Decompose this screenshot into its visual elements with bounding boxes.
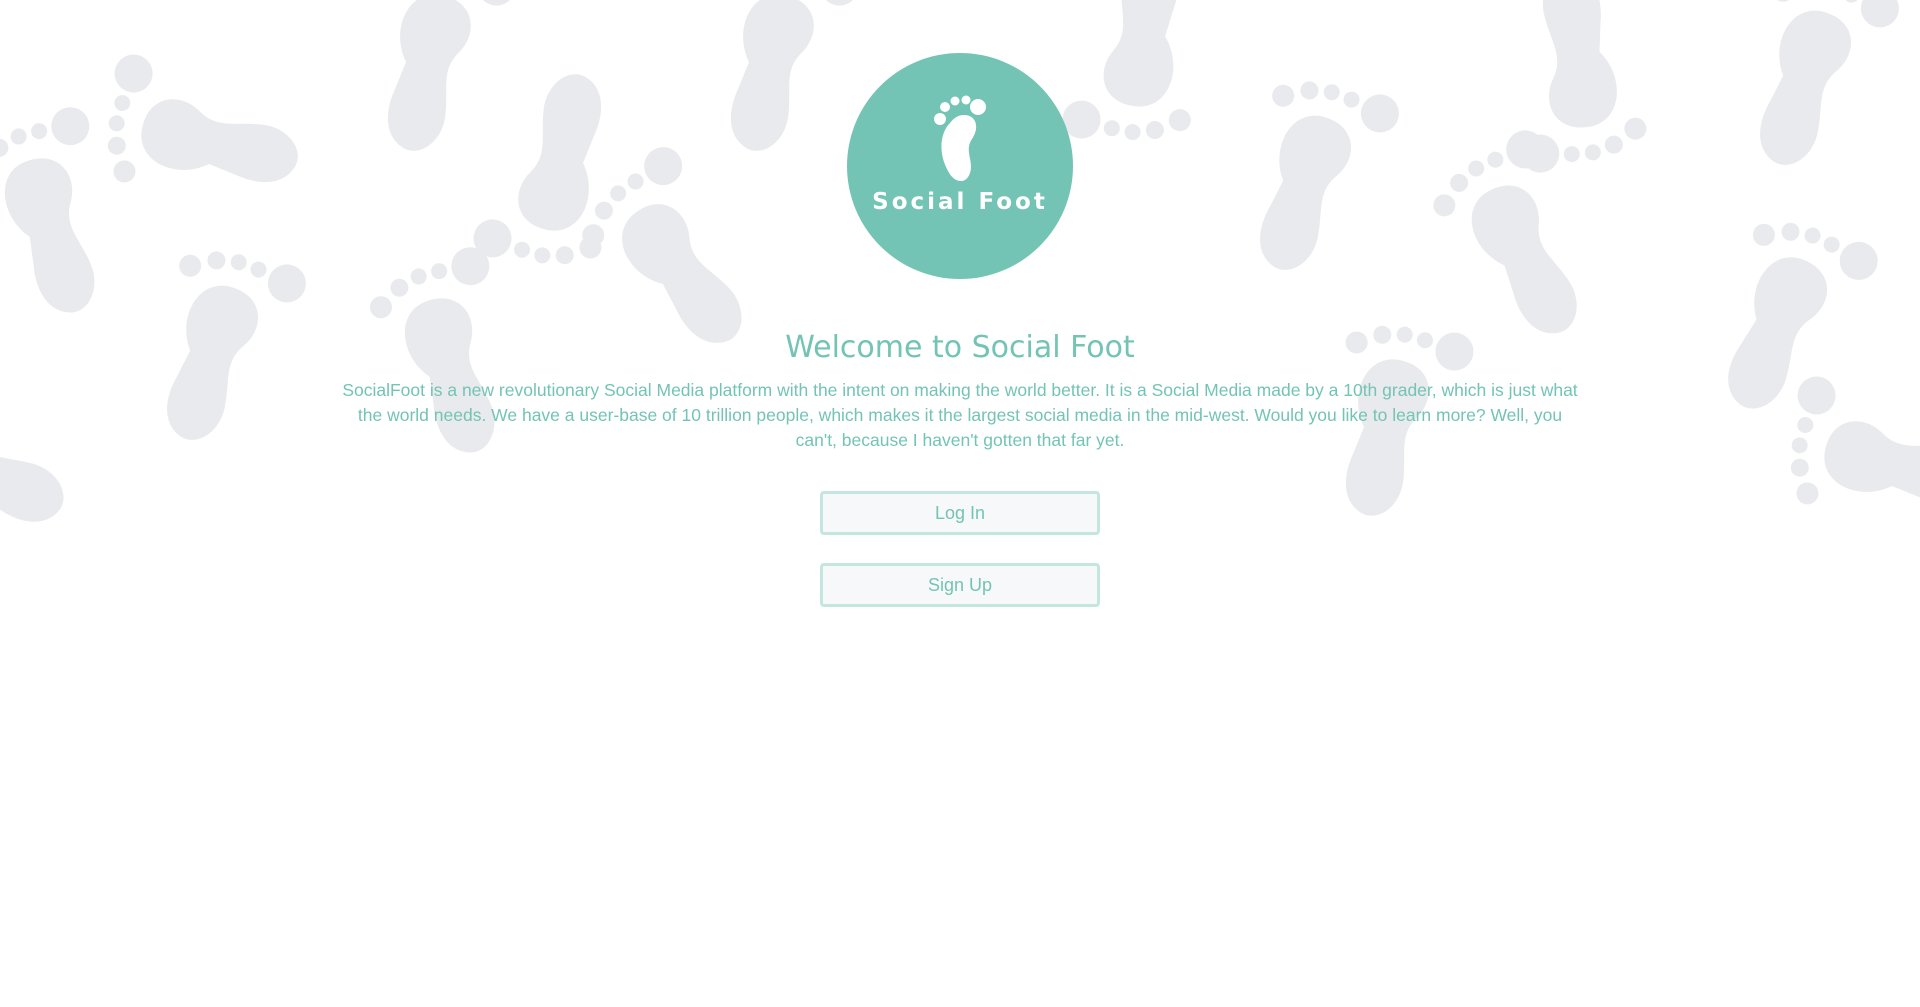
intro-description: SocialFoot is a new revolutionary Social… (342, 380, 1578, 450)
logo-text: Social Foot (872, 189, 1048, 215)
page-title: Welcome to Social Foot (785, 330, 1135, 365)
login-button[interactable]: Log In (820, 491, 1100, 535)
landing-page: Social Foot Welcome to Social Foot Socia… (0, 0, 1920, 1007)
footprint-icon (934, 95, 986, 182)
logo: Social Foot (847, 53, 1073, 279)
signup-button[interactable]: Sign Up (820, 563, 1100, 607)
main-content: Social Foot Welcome to Social Foot Socia… (0, 0, 1920, 1007)
